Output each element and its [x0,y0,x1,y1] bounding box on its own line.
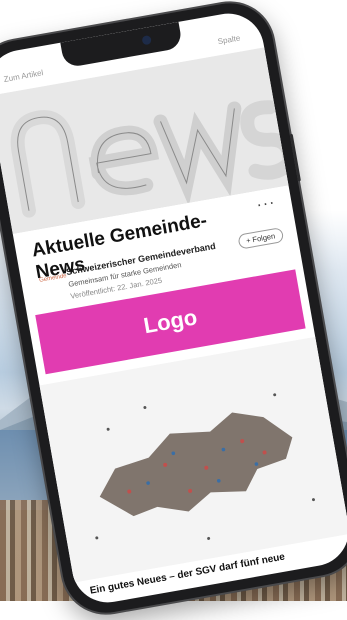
author-logo: Gemeinde [38,273,68,284]
back-to-article-link[interactable]: Zum Artikel [3,68,44,84]
more-options-icon[interactable]: ··· [255,194,277,215]
switzerland-crowd-illustration [39,336,347,583]
column-link[interactable]: Spalte [217,33,241,46]
camera-icon [141,34,152,46]
crowd-map-image [39,336,347,583]
